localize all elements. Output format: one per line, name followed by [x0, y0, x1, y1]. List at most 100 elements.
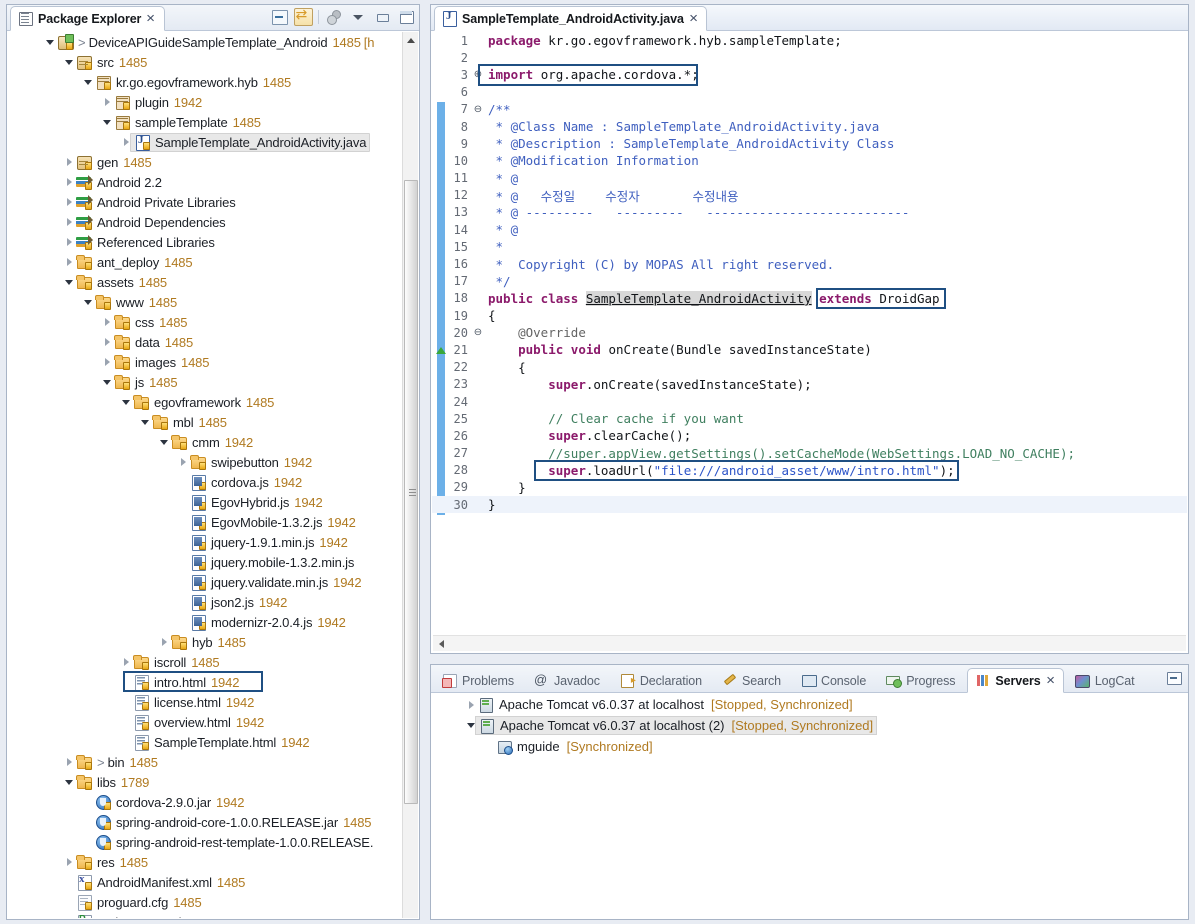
tab-problems[interactable]: Problems — [434, 668, 523, 693]
expand-arrow-icon[interactable] — [138, 412, 152, 432]
tree-item-modernizr-2-0-4-js[interactable]: modernizr-2.0.4.js1942 — [8, 612, 418, 632]
tree-item-swipebutton[interactable]: swipebutton1942 — [8, 452, 418, 472]
tree-item-proguard-cfg[interactable]: proguard.cfg1485 — [8, 892, 418, 912]
code-line-25[interactable]: 25 // Clear cache if you want — [432, 410, 1187, 427]
code-line-15[interactable]: 15 * — [432, 238, 1187, 255]
collapse-all-button[interactable] — [270, 8, 289, 26]
expand-arrow-icon[interactable] — [100, 112, 114, 132]
tab-console[interactable]: Console — [793, 668, 875, 693]
tree-item-egovmobile-1-3-2-js[interactable]: EgovMobile-1.3.2.js1942 — [8, 512, 418, 532]
code-line-3[interactable]: 3⊕import org.apache.cordova.*; — [432, 66, 1187, 83]
code-line-11[interactable]: 11 * @ — [432, 170, 1187, 187]
expand-arrow-icon[interactable] — [81, 72, 95, 92]
tree-item-css[interactable]: css1485 — [8, 312, 418, 332]
expand-arrow-icon[interactable] — [81, 292, 95, 312]
expand-arrow-icon[interactable] — [62, 752, 76, 772]
scroll-up-icon[interactable] — [403, 32, 418, 48]
source-code-area[interactable]: 1package kr.go.egovframework.hyb.sampleT… — [432, 32, 1187, 652]
expand-arrow-icon[interactable] — [62, 172, 76, 192]
expand-arrow-icon[interactable] — [43, 32, 57, 52]
code-line-1[interactable]: 1package kr.go.egovframework.hyb.sampleT… — [432, 32, 1187, 49]
tab-progress[interactable]: Progress — [878, 668, 964, 693]
expand-arrow-icon[interactable] — [157, 432, 171, 452]
fold-toggle-icon[interactable]: ⊖ — [472, 327, 484, 338]
code-line-30[interactable]: 30} — [432, 496, 1187, 513]
focus-on-active-task-button[interactable] — [324, 8, 343, 26]
expand-arrow-icon[interactable] — [62, 192, 76, 212]
expand-arrow-icon[interactable] — [464, 695, 478, 715]
tree-item-www[interactable]: www1485 — [8, 292, 418, 312]
scroll-left-icon[interactable] — [433, 636, 450, 651]
close-icon[interactable]: ✕ — [146, 12, 156, 25]
code-line-17[interactable]: 17 */ — [432, 273, 1187, 290]
tree-item-referenced-libraries[interactable]: Referenced Libraries — [8, 232, 418, 252]
tree-item-cordova-2-9-0-jar[interactable]: cordova-2.9.0.jar1942 — [8, 792, 418, 812]
tree-item-jquery-validate-min-js[interactable]: jquery.validate.min.js1942 — [8, 572, 418, 592]
server-row[interactable]: Apache Tomcat v6.0.37 at localhost[Stopp… — [432, 694, 1187, 715]
package-explorer-scrollbar[interactable] — [402, 32, 418, 918]
tree-item-iscroll[interactable]: iscroll1485 — [8, 652, 418, 672]
close-icon[interactable]: ✕ — [1045, 674, 1055, 687]
tree-item-sampletemplate[interactable]: sampleTemplate1485 — [8, 112, 418, 132]
expand-arrow-icon[interactable] — [100, 332, 114, 352]
code-line-19[interactable]: 19{ — [432, 307, 1187, 324]
tree-item-assets[interactable]: assets1485 — [8, 272, 418, 292]
expand-arrow-icon[interactable] — [62, 52, 76, 72]
expand-arrow-icon[interactable] — [62, 772, 76, 792]
tree-item-res[interactable]: res1485 — [8, 852, 418, 872]
tree-item-deviceapiguidesampletemplate-android[interactable]: > DeviceAPIGuideSampleTemplate_Android14… — [8, 32, 418, 52]
code-line-9[interactable]: 9 * @Description : SampleTemplate_Androi… — [432, 135, 1187, 152]
editor-horizontal-scrollbar[interactable] — [433, 635, 1186, 651]
tree-item-mbl[interactable]: mbl1485 — [8, 412, 418, 432]
code-line-2[interactable]: 2 — [432, 49, 1187, 66]
tree-item-bin[interactable]: > bin1485 — [8, 752, 418, 772]
tree-item-egovframework[interactable]: egovframework1485 — [8, 392, 418, 412]
tab-servers[interactable]: Servers✕ — [967, 668, 1063, 693]
view-menu-button[interactable] — [348, 8, 367, 26]
minimize-bottom-button[interactable] — [1166, 671, 1182, 685]
expand-arrow-icon[interactable] — [100, 312, 114, 332]
code-line-24[interactable]: 24 — [432, 393, 1187, 410]
tree-item-license-html[interactable]: license.html1942 — [8, 692, 418, 712]
tab-declaration[interactable]: Declaration — [612, 668, 711, 693]
server-row[interactable]: mguide[Synchronized] — [432, 736, 1187, 757]
tree-item-android-2-2[interactable]: Android 2.2 — [8, 172, 418, 192]
expand-arrow-icon[interactable] — [119, 392, 133, 412]
code-line-26[interactable]: 26 super.clearCache(); — [432, 427, 1187, 444]
maximize-button[interactable] — [396, 8, 415, 26]
expand-arrow-icon[interactable] — [62, 212, 76, 232]
code-line-28[interactable]: 28 super.loadUrl("file:///android_asset/… — [432, 462, 1187, 479]
code-line-29[interactable]: 29 } — [432, 479, 1187, 496]
expand-arrow-icon[interactable] — [62, 152, 76, 172]
expand-arrow-icon[interactable] — [119, 652, 133, 672]
tab-logcat[interactable]: LogCat — [1067, 668, 1144, 693]
code-line-10[interactable]: 10 * @Modification Information — [432, 152, 1187, 169]
tab-javadoc[interactable]: Javadoc — [526, 668, 609, 693]
close-icon[interactable]: ✕ — [689, 12, 699, 25]
tree-item-json2-js[interactable]: json2.js1942 — [8, 592, 418, 612]
code-line-22[interactable]: 22 { — [432, 359, 1187, 376]
tree-item-kr-go-egovframework-hyb[interactable]: kr.go.egovframework.hyb1485 — [8, 72, 418, 92]
tree-item-gen[interactable]: gen1485 — [8, 152, 418, 172]
tree-item-jquery-mobile-1-3-2-min-js[interactable]: jquery.mobile-1.3.2.min.js — [8, 552, 418, 572]
code-line-12[interactable]: 12 * @ 수정일 수정자 수정내용 — [432, 187, 1187, 204]
tree-item-android-private-libraries[interactable]: Android Private Libraries — [8, 192, 418, 212]
server-row[interactable]: Apache Tomcat v6.0.37 at localhost (2)[S… — [432, 715, 1187, 736]
tree-item-libs[interactable]: libs1789 — [8, 772, 418, 792]
tree-item-plugin[interactable]: plugin1942 — [8, 92, 418, 112]
code-line-7[interactable]: 7⊖/** — [432, 101, 1187, 118]
tree-item-js[interactable]: js1485 — [8, 372, 418, 392]
fold-toggle-icon[interactable]: ⊖ — [472, 104, 484, 115]
expand-arrow-icon[interactable] — [62, 272, 76, 292]
link-with-editor-button[interactable] — [294, 8, 313, 26]
minimize-button[interactable] — [372, 8, 391, 26]
code-line-8[interactable]: 8 * @Class Name : SampleTemplate_Android… — [432, 118, 1187, 135]
expand-arrow-icon[interactable] — [100, 372, 114, 392]
fold-toggle-icon[interactable]: ⊕ — [472, 69, 484, 80]
tree-item-intro-html[interactable]: intro.html1942 — [8, 672, 418, 692]
tree-item-spring-android-rest-template-1-0-0-release[interactable]: spring-android-rest-template-1.0.0.RELEA… — [8, 832, 418, 852]
tree-item-jquery-1-9-1-min-js[interactable]: jquery-1.9.1.min.js1942 — [8, 532, 418, 552]
tree-item-images[interactable]: images1485 — [8, 352, 418, 372]
tree-item-spring-android-core-1-0-0-release-jar[interactable]: spring-android-core-1.0.0.RELEASE.jar148… — [8, 812, 418, 832]
tree-item-android-dependencies[interactable]: Android Dependencies — [8, 212, 418, 232]
